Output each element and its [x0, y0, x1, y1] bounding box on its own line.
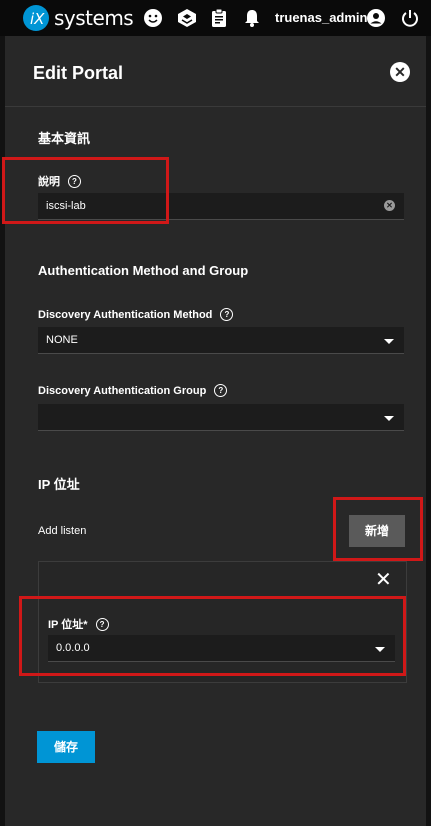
add-listen-label: Add listen	[38, 525, 87, 537]
remove-listen-close-icon[interactable]: ✕	[375, 570, 392, 590]
ix-logo[interactable]: iX systems	[22, 4, 134, 32]
panel-title: Edit Portal	[33, 63, 124, 83]
brand-text: systems	[54, 6, 134, 30]
auth-method-label: Discovery Authentication Method	[38, 308, 213, 321]
auth-group-select[interactable]	[38, 404, 404, 431]
ip-section-heading: IP 位址	[38, 477, 80, 492]
close-icon: ✕	[394, 64, 406, 80]
basic-info-heading: 基本資訊	[38, 131, 91, 146]
top-bar: iX systems truenas_admin	[0, 0, 431, 36]
feedback-icon[interactable]	[143, 8, 163, 28]
chevron-down-icon	[384, 339, 394, 344]
help-icon[interactable]: ?	[220, 308, 234, 321]
username[interactable]: truenas_admin	[275, 10, 367, 25]
auth-method-label-row: Discovery Authentication Method ?	[38, 308, 234, 321]
highlight-box-description	[2, 157, 169, 224]
auth-method-value: NONE	[46, 334, 78, 346]
ix-logo-icon: iX	[23, 5, 49, 31]
chevron-down-icon	[384, 416, 394, 421]
auth-section-heading: Authentication Method and Group	[38, 263, 249, 278]
highlight-box-add-button	[333, 497, 423, 561]
save-button[interactable]: 儲存	[37, 731, 95, 763]
clear-icon[interactable]: ✕	[384, 200, 395, 211]
auth-group-label-row: Discovery Authentication Group ?	[38, 384, 228, 397]
help-icon[interactable]: ?	[214, 384, 228, 397]
panel-header: Edit Portal ✕	[5, 36, 426, 107]
svg-text:iX: iX	[30, 10, 45, 28]
power-icon[interactable]	[400, 8, 420, 28]
bell-icon[interactable]	[242, 8, 262, 28]
account-circle-icon[interactable]	[366, 8, 386, 28]
edit-portal-panel: Edit Portal ✕ 基本資訊 說明 ? iscsi-lab ✕ Auth…	[5, 36, 426, 826]
close-panel-button[interactable]: ✕	[390, 62, 410, 82]
backdrop-right	[426, 36, 431, 826]
truecommand-icon[interactable]	[177, 8, 197, 28]
auth-group-label: Discovery Authentication Group	[38, 384, 207, 397]
auth-method-select[interactable]: NONE	[38, 327, 404, 354]
highlight-box-ip-field	[19, 596, 406, 676]
clipboard-icon[interactable]	[209, 8, 229, 28]
